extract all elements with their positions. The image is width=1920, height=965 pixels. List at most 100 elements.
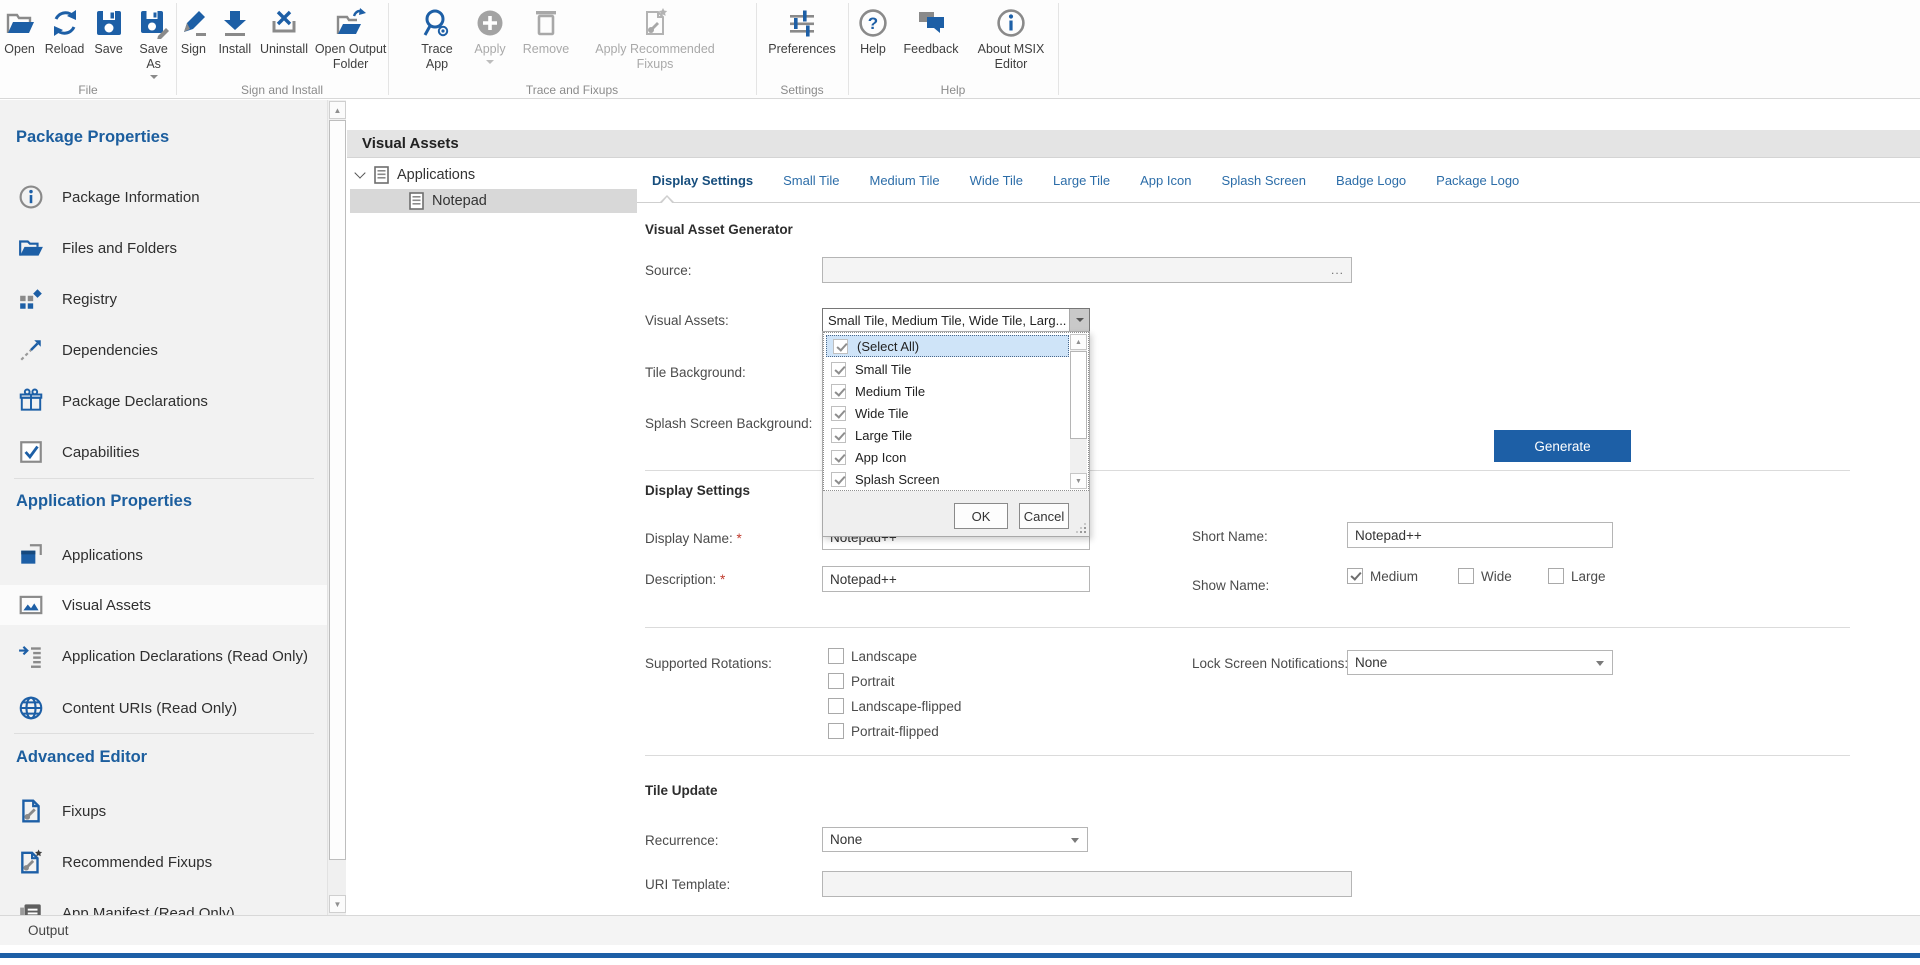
description-input[interactable] [830, 572, 1082, 587]
sidebar-item-package-declarations[interactable]: Package Declarations [0, 381, 327, 421]
tab-splash-screen[interactable]: Splash Screen [1206, 173, 1321, 188]
sidebar-item-package-information[interactable]: Package Information [0, 177, 327, 217]
install-button[interactable]: Install [215, 4, 255, 57]
tab-small-tile[interactable]: Small Tile [768, 173, 854, 188]
source-field[interactable]: ... [822, 257, 1352, 283]
show-name-large-option: Large [1548, 568, 1606, 584]
scrollbar-thumb[interactable] [1070, 351, 1087, 439]
short-name-field[interactable] [1347, 522, 1613, 548]
large-checkbox[interactable] [1548, 568, 1564, 584]
portrait-flipped-checkbox[interactable] [828, 723, 844, 739]
tab-large-tile[interactable]: Large Tile [1038, 173, 1125, 188]
group-label-file: File [78, 83, 97, 97]
sidebar-item-fixups[interactable]: Fixups [0, 791, 327, 831]
tab-badge-logo[interactable]: Badge Logo [1321, 173, 1421, 188]
wide-checkbox[interactable] [1458, 568, 1474, 584]
sidebar-item-app-manifest[interactable]: App Manifest (Read Only) [0, 893, 327, 915]
tab-app-icon[interactable]: App Icon [1125, 173, 1206, 188]
sidebar-heading-package-properties: Package Properties [16, 128, 169, 147]
help-button[interactable]: ? Help [853, 4, 893, 57]
option-large-tile[interactable]: Large Tile [825, 424, 1070, 446]
sidebar-item-applications[interactable]: Applications [0, 535, 327, 575]
option-select-all[interactable]: (Select All) [826, 335, 1069, 357]
medium-tile-checkbox[interactable] [831, 384, 846, 399]
about-msix-editor-button[interactable]: About MSIX Editor [969, 4, 1053, 72]
sidebar-heading-application-properties: Application Properties [16, 492, 192, 511]
output-bar[interactable]: Output [0, 915, 1920, 945]
tree-node-applications[interactable]: Applications [356, 163, 475, 187]
scroll-down-button[interactable]: ▼ [329, 895, 346, 913]
open-output-folder-button[interactable]: Open Output Folder [313, 4, 388, 72]
toolbar-group-sign-install: Sign Install Uninstall Open Output Folde… [176, 0, 388, 82]
chevron-down-icon[interactable] [150, 75, 158, 79]
sign-button[interactable]: Sign [176, 4, 211, 57]
save-as-button[interactable]: Save As [131, 4, 176, 79]
sidebar-item-content-uris[interactable]: Content URIs (Read Only) [0, 688, 327, 728]
combobox-dropdown-button[interactable] [1069, 309, 1089, 331]
tree-node-notepad[interactable]: Notepad [409, 189, 487, 213]
scrollbar-thumb[interactable] [329, 120, 346, 860]
large-tile-checkbox[interactable] [831, 428, 846, 443]
scroll-up-button[interactable]: ▲ [1070, 334, 1087, 350]
resize-grip[interactable] [1075, 522, 1086, 533]
ok-button[interactable]: OK [954, 503, 1008, 529]
tab-wide-tile[interactable]: Wide Tile [955, 173, 1038, 188]
cancel-button[interactable]: Cancel [1019, 503, 1069, 529]
visual-assets-combobox[interactable]: Small Tile, Medium Tile, Wide Tile, Larg… [822, 308, 1090, 332]
option-medium-tile[interactable]: Medium Tile [825, 380, 1070, 402]
scroll-down-button[interactable]: ▼ [1070, 473, 1087, 489]
toolbar-group-help: ? Help Feedback About MSIX Editor [848, 0, 1058, 82]
chevron-down-icon[interactable] [354, 167, 365, 178]
tile-background-label: Tile Background: [645, 365, 746, 380]
sidebar-item-dependencies[interactable]: Dependencies [0, 330, 327, 370]
tab-package-logo[interactable]: Package Logo [1421, 173, 1534, 188]
option-wide-tile[interactable]: Wide Tile [825, 402, 1070, 424]
toolbar-separator [756, 3, 757, 95]
recurrence-dropdown[interactable]: None [822, 827, 1088, 852]
browse-button[interactable]: ... [1331, 263, 1344, 277]
short-name-input[interactable] [1355, 528, 1605, 543]
tab-display-settings[interactable]: Display Settings [637, 173, 768, 188]
option-label: Large Tile [855, 428, 912, 443]
feedback-button[interactable]: Feedback [899, 4, 963, 57]
sidebar-item-application-declarations[interactable]: Application Declarations (Read Only) [0, 636, 327, 676]
scroll-up-button[interactable]: ▲ [329, 101, 346, 119]
option-small-tile[interactable]: Small Tile [825, 358, 1070, 380]
app-icon-checkbox[interactable] [831, 450, 846, 465]
sidebar-item-visual-assets[interactable]: Visual Assets [0, 585, 327, 625]
sidebar-item-registry[interactable]: Registry [0, 279, 327, 319]
popup-scrollbar[interactable]: ▲ ▼ [1070, 334, 1087, 489]
option-splash-screen[interactable]: Splash Screen [825, 468, 1070, 490]
trace-app-button[interactable]: Trace App [413, 4, 461, 72]
description-field[interactable] [822, 566, 1090, 592]
small-tile-checkbox[interactable] [831, 362, 846, 377]
tab-medium-tile[interactable]: Medium Tile [855, 173, 955, 188]
portrait-checkbox[interactable] [828, 673, 844, 689]
landscape-checkbox[interactable] [828, 648, 844, 664]
chevron-down-icon [1071, 838, 1079, 843]
preferences-button[interactable]: Preferences [760, 4, 844, 57]
uri-template-field[interactable] [822, 871, 1352, 897]
splash-screen-checkbox[interactable] [831, 472, 846, 487]
sidebar-item-capabilities[interactable]: Capabilities [0, 432, 327, 472]
wide-tile-checkbox[interactable] [831, 406, 846, 421]
reload-button[interactable]: Reload [43, 4, 86, 57]
open-button[interactable]: Open [0, 4, 39, 57]
select-all-checkbox[interactable] [833, 339, 848, 354]
save-button[interactable]: Save [90, 4, 127, 57]
short-name-label: Short Name: [1192, 529, 1268, 544]
generate-button[interactable]: Generate [1494, 430, 1631, 462]
sidebar-item-files-and-folders[interactable]: Files and Folders [0, 228, 327, 268]
lock-screen-notifications-dropdown[interactable]: None [1347, 650, 1613, 675]
app-window-icon [18, 542, 44, 568]
option-label: (Select All) [857, 339, 919, 354]
supported-rotations-label: Supported Rotations: [645, 656, 772, 671]
option-app-icon[interactable]: App Icon [825, 446, 1070, 468]
sidebar-scrollbar[interactable]: ▲ ▼ [327, 100, 346, 915]
landscape-flipped-checkbox[interactable] [828, 698, 844, 714]
uninstall-button[interactable]: Uninstall [259, 4, 309, 57]
sidebar-item-recommended-fixups[interactable]: Recommended Fixups [0, 842, 327, 882]
uri-template-input[interactable] [830, 877, 1344, 892]
medium-checkbox[interactable] [1347, 568, 1363, 584]
lock-screen-value: None [1355, 655, 1387, 670]
